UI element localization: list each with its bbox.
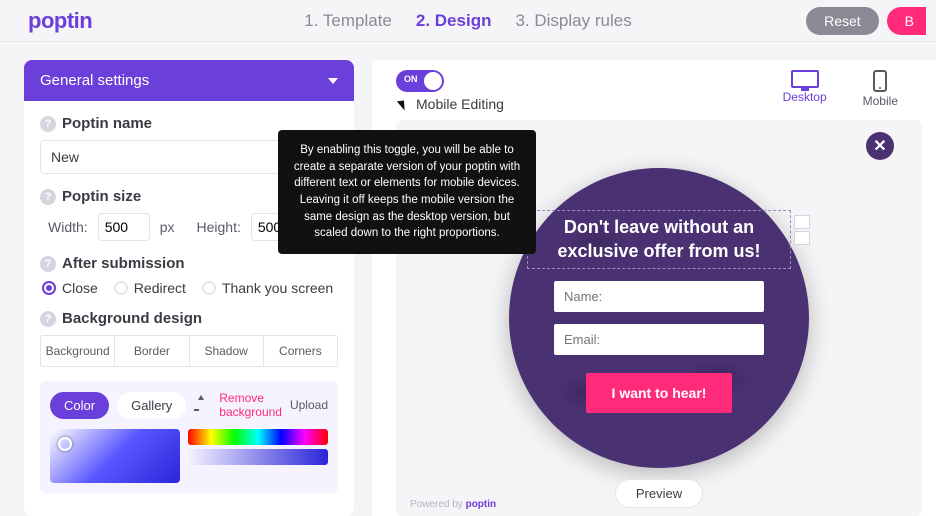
device-desktop-tab[interactable]: Desktop	[783, 70, 827, 108]
popup-close-button[interactable]: ✕	[866, 132, 894, 160]
background-design-label: Background design	[62, 310, 202, 327]
step-template[interactable]: 1. Template	[304, 11, 392, 31]
help-icon[interactable]: ?	[40, 311, 56, 327]
preview-button[interactable]: Preview	[615, 479, 703, 508]
mobile-editing-label: Mobile Editing	[416, 96, 504, 112]
chip-gallery[interactable]: Gallery	[117, 392, 186, 419]
back-button[interactable]: B	[887, 7, 926, 35]
upload-icon	[194, 399, 199, 411]
popup-name-input[interactable]	[554, 281, 764, 312]
move-element-icon[interactable]: ✥	[794, 231, 810, 245]
poptin-size-label: Poptin size	[62, 188, 141, 205]
desktop-icon	[791, 70, 819, 88]
brand-logo: poptin	[28, 8, 92, 34]
width-label: Width:	[48, 219, 88, 235]
color-saturation-picker[interactable]	[50, 429, 180, 483]
settings-sidebar: General settings ? Poptin name ? Poptin …	[24, 60, 354, 516]
reset-button[interactable]: Reset	[806, 7, 879, 35]
mobile-editing-tooltip: By enabling this toggle, you will be abl…	[278, 130, 536, 254]
after-submission-label: After submission	[62, 255, 185, 272]
upload-link[interactable]: Upload	[290, 398, 328, 412]
stepper: 1. Template 2. Design 3. Display rules	[304, 11, 631, 31]
hue-slider[interactable]	[188, 429, 328, 445]
help-icon[interactable]: ?	[40, 189, 56, 205]
chevron-down-icon	[328, 78, 338, 84]
popup-headline[interactable]: Don't leave without an exclusive offer f…	[527, 210, 791, 269]
general-settings-header[interactable]: General settings	[24, 60, 354, 101]
step-design[interactable]: 2. Design	[416, 11, 492, 31]
header-buttons: Reset B	[806, 7, 926, 35]
tab-shadow[interactable]: Shadow	[190, 336, 264, 366]
popup-email-input[interactable]	[554, 324, 764, 355]
popup-preview[interactable]: Don't leave without an exclusive offer f…	[509, 168, 809, 468]
help-icon[interactable]: ?	[40, 256, 56, 272]
poptin-name-label: Poptin name	[62, 115, 152, 132]
design-canvas-area: ON Mobile Editing Desktop Mobile	[372, 60, 936, 516]
tab-background[interactable]: Background	[41, 336, 115, 366]
tab-border[interactable]: Border	[115, 336, 189, 366]
mobile-icon	[873, 70, 887, 92]
copy-element-icon[interactable]: ⧉	[794, 215, 810, 229]
device-mobile-tab[interactable]: Mobile	[863, 70, 898, 108]
top-header: poptin 1. Template 2. Design 3. Display …	[0, 0, 936, 42]
help-icon[interactable]: ?	[40, 116, 56, 132]
cursor-icon	[396, 96, 412, 112]
chip-color[interactable]: Color	[50, 392, 109, 419]
width-input[interactable]	[98, 213, 150, 241]
radio-close[interactable]: Close	[42, 280, 98, 296]
panel-title: General settings	[40, 72, 149, 89]
step-display-rules[interactable]: 3. Display rules	[515, 11, 631, 31]
alpha-slider[interactable]	[188, 449, 328, 465]
width-unit: px	[160, 219, 175, 235]
powered-by: Powered by poptin	[410, 499, 496, 510]
remove-background-link[interactable]: Remove background	[219, 391, 282, 419]
radio-thank-you[interactable]: Thank you screen	[202, 280, 333, 296]
radio-redirect[interactable]: Redirect	[114, 280, 186, 296]
popup-cta-button[interactable]: I want to hear!	[586, 373, 733, 413]
height-label: Height:	[196, 219, 240, 235]
mobile-editing-toggle[interactable]: ON	[396, 70, 444, 92]
tab-corners[interactable]: Corners	[264, 336, 337, 366]
